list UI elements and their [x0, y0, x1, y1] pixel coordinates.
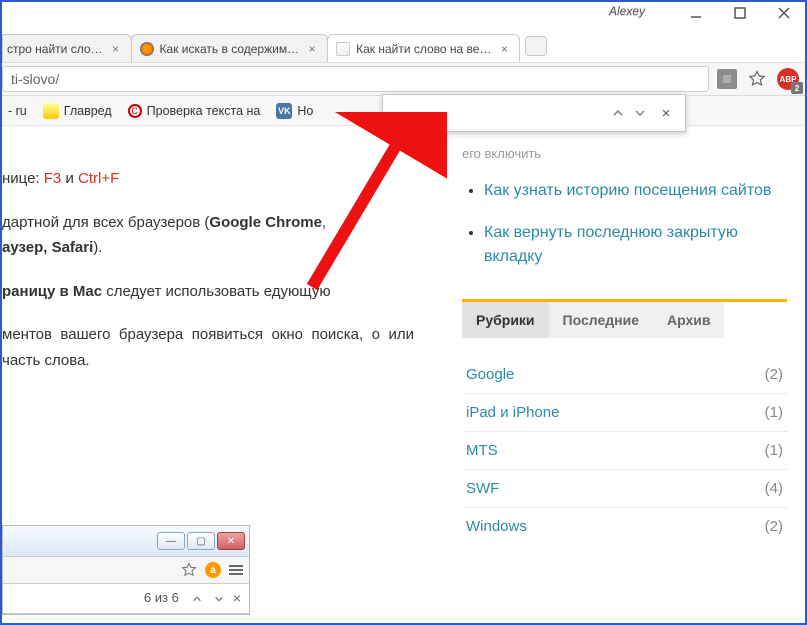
sidebar-related-list: его включить Как узнать историю посещени…: [462, 146, 787, 269]
browser-tab[interactable]: стро найти сло… ×: [2, 34, 132, 62]
find-close-button[interactable]: ×: [655, 102, 677, 124]
browser-tab[interactable]: Как искать в содержим… ×: [131, 34, 329, 62]
page-content: нице: F3 и Ctrl+F дартной для всех брауз…: [2, 126, 805, 623]
inner-find-bar: 6 из 6 ×: [3, 584, 249, 614]
category-link[interactable]: iPad и iPhone: [466, 404, 559, 421]
find-in-page-bar: ×: [382, 94, 686, 132]
bookmark-star-icon[interactable]: [747, 69, 767, 89]
category-list: Google (2) iPad и iPhone (1) MTS (1) SWF (4)…: [462, 338, 787, 545]
widget-tab-archive[interactable]: Архив: [653, 302, 724, 338]
address-bar-row: ti-slovo/ ABP 2: [2, 62, 805, 96]
sidebar: его включить Как узнать историю посещени…: [432, 126, 805, 623]
inner-minimize-icon: —: [157, 532, 185, 550]
category-row: iPad и iPhone (1): [462, 394, 787, 432]
category-link[interactable]: Windows: [466, 518, 527, 535]
widget-tab-latest[interactable]: Последние: [549, 302, 653, 338]
inner-maximize-icon: ▢: [187, 532, 215, 550]
category-count: (2): [765, 518, 783, 535]
inner-find-count: 6 из 6: [144, 587, 179, 609]
article-paragraph: нице: F3 и Ctrl+F: [2, 166, 414, 192]
inner-next-icon: [211, 591, 227, 607]
browser-tabstrip: стро найти сло… × Как искать в содержим……: [2, 32, 805, 62]
find-next-button[interactable]: [629, 102, 651, 124]
bookmark-label: Проверка текста на: [147, 104, 261, 118]
embedded-screenshot: — ▢ ✕ a 6 из 6 ×: [2, 525, 250, 615]
copyright-icon: С: [128, 104, 142, 118]
bookmark-label: Главред: [64, 104, 112, 118]
glavred-icon: [43, 103, 59, 119]
tab-title: Как найти слово на ве…: [356, 42, 491, 56]
category-link[interactable]: MTS: [466, 442, 498, 459]
inner-prev-icon: [189, 591, 205, 607]
category-count: (1): [765, 404, 783, 421]
list-item: его включить: [462, 146, 787, 161]
inner-amazon-icon: a: [205, 562, 221, 578]
vk-icon: VK: [276, 103, 292, 119]
abp-badge: 2: [791, 82, 803, 94]
firefox-icon: [140, 42, 154, 56]
inner-close-icon: ✕: [217, 532, 245, 550]
category-link[interactable]: SWF: [466, 480, 499, 497]
user-profile-label[interactable]: Alexey: [609, 4, 645, 18]
sidebar-link[interactable]: Как вернуть последнюю закрытую вкладку: [484, 224, 738, 265]
widget-tab-rubriki[interactable]: Рубрики: [462, 302, 549, 338]
inner-window-titlebar: — ▢ ✕: [3, 526, 249, 556]
article-paragraph: дартной для всех браузеров (Google Chrom…: [2, 210, 414, 261]
list-item: Как узнать историю посещения сайтов: [484, 179, 787, 203]
window-close-button[interactable]: [769, 2, 799, 24]
bookmark-label: Но: [297, 104, 313, 118]
inner-menu-icon: [229, 565, 243, 575]
bookmark-item[interactable]: - ru: [8, 104, 27, 118]
category-row: Windows (2): [462, 508, 787, 545]
tab-title: Как искать в содержим…: [160, 42, 300, 56]
bookmark-item[interactable]: Главред: [43, 103, 112, 119]
inner-find-close-icon: ×: [233, 587, 241, 611]
category-row: MTS (1): [462, 432, 787, 470]
tab-close-icon[interactable]: ×: [109, 42, 123, 56]
category-link[interactable]: Google: [466, 366, 514, 383]
window-titlebar: Alexey: [2, 2, 805, 32]
article-paragraph: ментов вашего браузера появиться окно по…: [2, 322, 414, 373]
sidebar-link[interactable]: Как узнать историю посещения сайтов: [484, 182, 771, 199]
article-body: нице: F3 и Ctrl+F дартной для всех брауз…: [2, 126, 432, 623]
category-row: Google (2): [462, 356, 787, 394]
bookmark-label: - ru: [8, 104, 27, 118]
adblock-plus-icon[interactable]: ABP 2: [777, 68, 799, 90]
window-maximize-button[interactable]: [725, 2, 755, 24]
page-icon: [336, 42, 350, 56]
address-input[interactable]: ti-slovo/: [2, 66, 709, 92]
new-tab-button[interactable]: [525, 36, 547, 56]
category-row: SWF (4): [462, 470, 787, 508]
inner-star-icon: [181, 562, 197, 578]
category-count: (1): [765, 442, 783, 459]
sidebar-tabs-widget: Рубрики Последние Архив Google (2) iPad и…: [462, 302, 787, 545]
category-count: (2): [765, 366, 783, 383]
bookmark-item[interactable]: С Проверка текста на: [128, 104, 261, 118]
window-minimize-button[interactable]: [681, 2, 711, 24]
inner-address-row: a: [3, 556, 249, 584]
article-paragraph: раницу в Mac следует использовать едующу…: [2, 279, 414, 305]
tab-close-icon[interactable]: ×: [497, 42, 511, 56]
url-text: ti-slovo/: [11, 71, 59, 87]
page-action-icon[interactable]: [717, 69, 737, 89]
find-prev-button[interactable]: [607, 102, 629, 124]
bookmark-item[interactable]: VK Но: [276, 103, 313, 119]
tab-title: стро найти сло…: [7, 42, 103, 56]
list-item: Как вернуть последнюю закрытую вкладку: [484, 221, 787, 269]
category-count: (4): [765, 480, 783, 497]
tab-close-icon[interactable]: ×: [305, 42, 319, 56]
browser-tab-active[interactable]: Как найти слово на ве… ×: [327, 34, 520, 62]
